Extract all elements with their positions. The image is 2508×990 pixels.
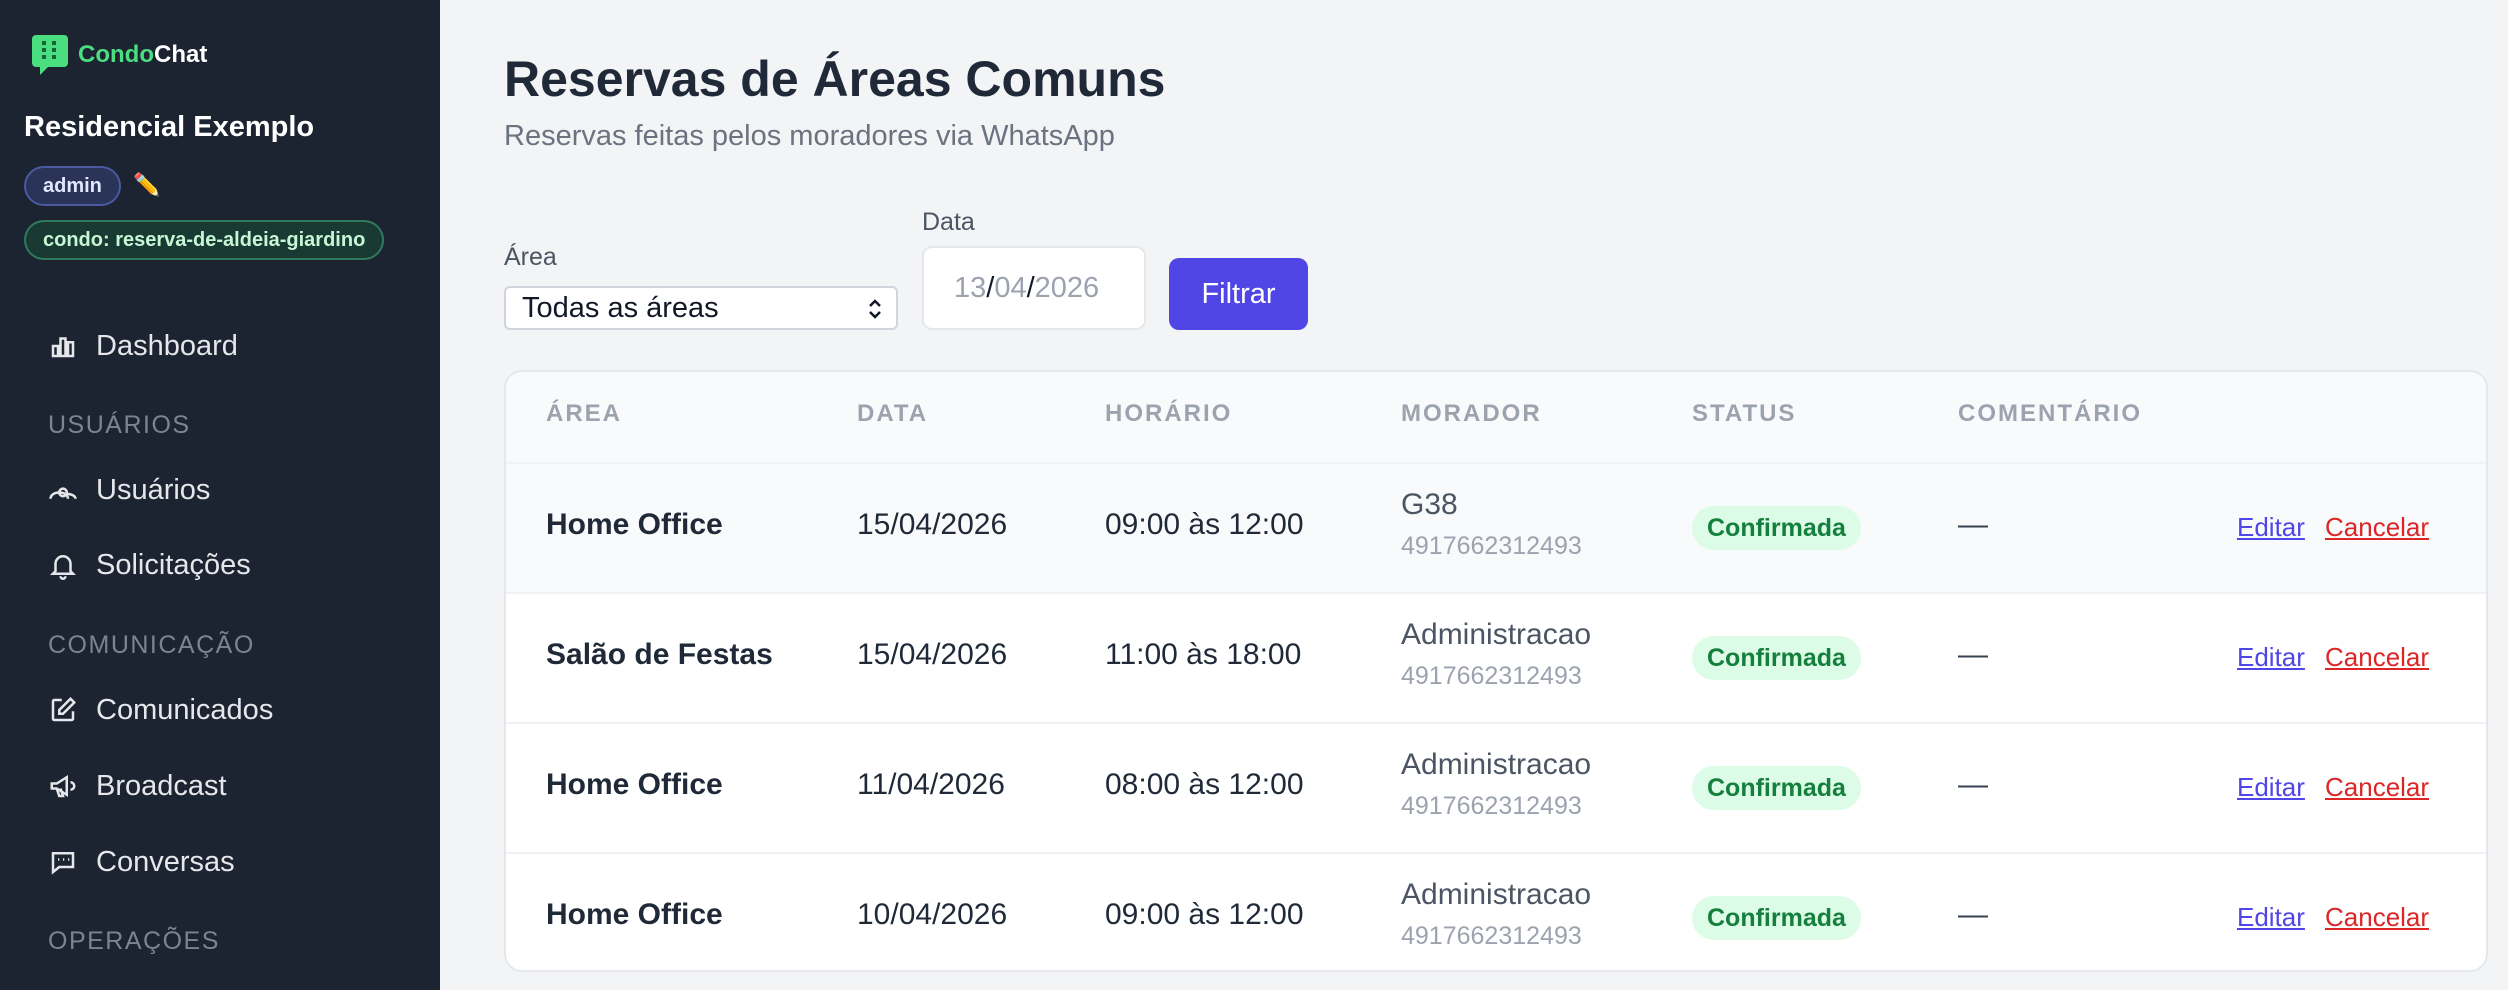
bell-icon xyxy=(49,555,77,580)
brand[interactable]: CondoChat xyxy=(30,33,207,77)
nav-label: Dashboard xyxy=(96,329,238,362)
cancel-link[interactable]: Cancelar xyxy=(2325,642,2429,673)
condo-name: Residencial Exemplo xyxy=(24,111,315,143)
col-header-comentario: COMENTÁRIO xyxy=(1958,400,2142,427)
cell-area: Home Office xyxy=(546,508,723,541)
nav-section-comunicacao: COMUNICAÇÃO xyxy=(48,631,255,659)
nav-item-comunicados[interactable]: Comunicados xyxy=(48,688,273,732)
col-header-area: ÁREA xyxy=(546,400,623,427)
nav-item-usuarios[interactable]: Usuários xyxy=(48,468,210,512)
cell-comentario: — xyxy=(1958,508,1988,541)
nav-label: Usuários xyxy=(96,473,211,506)
status-badge: Confirmada xyxy=(1692,896,1861,940)
status-badge: Confirmada xyxy=(1692,506,1861,550)
sidebar: CondoChat Residencial Exemplo admin ✏️ c… xyxy=(0,0,440,990)
nav-label: Comunicados xyxy=(96,693,274,726)
reservations-table: ÁREA DATA HORÁRIO MORADOR STATUS COMENTÁ… xyxy=(504,370,2488,972)
condochat-logo-icon xyxy=(32,35,68,75)
nav-item-dashboard[interactable]: Dashboard xyxy=(48,324,238,368)
date-month[interactable]: 04 xyxy=(994,272,1026,305)
nav-label: Conversas xyxy=(96,845,235,878)
edit-link[interactable]: Editar xyxy=(2237,642,2305,673)
cell-data: 15/04/2026 xyxy=(857,638,1008,671)
cell-morador-phone: 4917662312493 xyxy=(1401,792,1582,820)
pencil-icon[interactable]: ✏️ xyxy=(133,172,160,198)
col-header-data: DATA xyxy=(857,400,929,427)
area-select[interactable]: Todas as áreas xyxy=(504,286,898,330)
date-separator: / xyxy=(986,271,995,304)
filter-button[interactable]: Filtrar xyxy=(1169,258,1308,330)
cell-data: 10/04/2026 xyxy=(857,898,1008,931)
cell-horario: 11:00 às 18:00 xyxy=(1105,638,1302,671)
edit-link[interactable]: Editar xyxy=(2237,512,2305,543)
cell-morador-phone: 4917662312493 xyxy=(1401,922,1582,950)
table-row: Home Office 10/04/2026 09:00 às 12:00 Ad… xyxy=(506,852,2486,970)
table-header: ÁREA DATA HORÁRIO MORADOR STATUS COMENTÁ… xyxy=(506,372,2486,462)
date-filter-label: Data xyxy=(922,208,975,236)
cell-comentario: — xyxy=(1958,768,1988,801)
nav-section-usuarios: USUÁRIOS xyxy=(48,411,191,439)
cell-morador-name: Administracao xyxy=(1401,878,1592,911)
users-icon xyxy=(49,487,77,500)
cell-area: Home Office xyxy=(546,768,723,801)
nav-item-conversas[interactable]: Conversas xyxy=(48,840,235,884)
main-content: Reservas de Áreas Comuns Reservas feitas… xyxy=(440,0,2508,990)
chat-icon xyxy=(51,852,75,875)
area-filter-label: Área xyxy=(504,243,557,271)
edit-link[interactable]: Editar xyxy=(2237,902,2305,933)
col-header-morador: MORADOR xyxy=(1401,400,1542,427)
select-chevron-icon xyxy=(869,299,881,319)
cell-area: Salão de Festas xyxy=(546,638,773,671)
table-row: Salão de Festas 15/04/2026 11:00 às 18:0… xyxy=(506,592,2486,722)
chart-bar-icon xyxy=(51,337,75,358)
date-input[interactable]: 13/04/2026 xyxy=(922,246,1146,330)
col-header-status: STATUS xyxy=(1692,400,1797,427)
status-badge: Confirmada xyxy=(1692,766,1861,810)
edit-square-icon xyxy=(51,696,77,722)
page-subtitle: Reservas feitas pelos moradores via What… xyxy=(504,120,1115,152)
area-select-value: Todas as áreas xyxy=(522,291,719,324)
brand-name: CondoChat xyxy=(78,41,208,68)
nav-label: Broadcast xyxy=(96,769,227,802)
date-day[interactable]: 13 xyxy=(954,272,986,305)
cell-morador-name: Administracao xyxy=(1401,748,1592,781)
cell-comentario: — xyxy=(1958,898,1988,931)
megaphone-icon xyxy=(50,774,76,798)
cell-morador-phone: 4917662312493 xyxy=(1401,662,1582,690)
cancel-link[interactable]: Cancelar xyxy=(2325,902,2429,933)
table-row: Home Office 15/04/2026 09:00 às 12:00 G3… xyxy=(506,462,2486,592)
cancel-link[interactable]: Cancelar xyxy=(2325,772,2429,803)
col-header-horario: HORÁRIO xyxy=(1105,400,1233,427)
nav-label: Solicitações xyxy=(96,548,251,581)
cell-data: 11/04/2026 xyxy=(857,768,1005,801)
status-badge: Confirmada xyxy=(1692,636,1861,680)
date-year[interactable]: 2026 xyxy=(1035,272,1100,305)
cell-horario: 09:00 às 12:00 xyxy=(1105,898,1304,931)
cell-morador-name: G38 xyxy=(1401,488,1458,521)
date-separator: / xyxy=(1026,271,1035,304)
cell-horario: 08:00 às 12:00 xyxy=(1105,768,1304,801)
cell-data: 15/04/2026 xyxy=(857,508,1008,541)
cell-horario: 09:00 às 12:00 xyxy=(1105,508,1304,541)
cell-morador-name: Administracao xyxy=(1401,618,1592,651)
cell-morador-phone: 4917662312493 xyxy=(1401,532,1582,560)
nav-item-broadcast[interactable]: Broadcast xyxy=(48,764,227,808)
cell-comentario: — xyxy=(1958,638,1988,671)
page-title: Reservas de Áreas Comuns xyxy=(504,51,1166,107)
nav-item-solicitacoes[interactable]: Solicitações xyxy=(48,543,251,587)
cancel-link[interactable]: Cancelar xyxy=(2325,512,2429,543)
condo-badge: condo: reserva-de-aldeia-giardino xyxy=(24,220,385,260)
table-row: Home Office 11/04/2026 08:00 às 12:00 Ad… xyxy=(506,722,2486,852)
edit-link[interactable]: Editar xyxy=(2237,772,2305,803)
nav-section-operacoes: OPERAÇÕES xyxy=(48,927,220,955)
cell-area: Home Office xyxy=(546,898,723,931)
role-badge: admin xyxy=(24,166,121,206)
